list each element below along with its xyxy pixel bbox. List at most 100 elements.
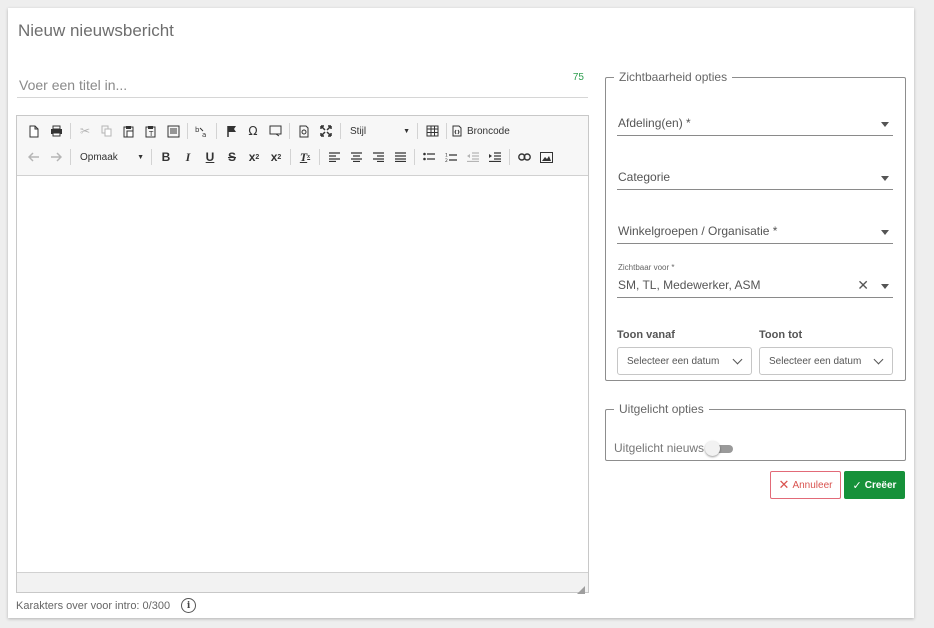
create-button-label: Creëer (864, 479, 897, 491)
editor-content-area[interactable] (17, 176, 588, 573)
editor-statusbar (17, 572, 588, 594)
bold-icon[interactable]: B (155, 146, 177, 168)
category-select[interactable]: Categorie (617, 166, 893, 190)
title-input[interactable] (17, 74, 588, 96)
toolbar-separator (187, 123, 188, 139)
undo-icon[interactable] (23, 146, 45, 168)
intro-counter-text: Karakters over voor intro: 0/300 (16, 599, 171, 612)
store-groups-select[interactable]: Winkelgroepen / Organisatie * (617, 220, 893, 244)
source-code-icon[interactable] (450, 120, 464, 142)
visibility-options-legend: Zichtbaarheid opties (619, 70, 728, 84)
align-right-icon[interactable] (367, 146, 389, 168)
find-replace-icon[interactable]: ba (191, 120, 213, 142)
toolbar-separator (340, 123, 341, 139)
toolbar-separator (70, 149, 71, 165)
print-icon[interactable] (45, 120, 67, 142)
underline-icon[interactable]: U (199, 146, 221, 168)
indent-icon[interactable] (484, 146, 506, 168)
toolbar-separator (216, 123, 217, 139)
image-icon[interactable] (535, 146, 557, 168)
toolbar-separator (414, 149, 415, 165)
special-char-icon[interactable]: Ω (242, 120, 264, 142)
cancel-button[interactable]: ✕ Annuleer (770, 471, 841, 499)
chevron-down-icon: ▼ (137, 153, 144, 161)
align-center-icon[interactable] (345, 146, 367, 168)
align-justify-icon[interactable] (389, 146, 411, 168)
featured-options-legend: Uitgelicht opties (619, 402, 704, 416)
toolbar-separator (446, 123, 447, 139)
italic-icon[interactable]: I (177, 146, 199, 168)
create-button[interactable]: ✓ Creëer (844, 471, 905, 499)
caret-down-icon (881, 176, 889, 181)
paste-text-icon[interactable]: T (140, 120, 162, 142)
caret-down-icon (881, 284, 889, 289)
format-dropdown[interactable]: Opmaak ▼ (74, 147, 148, 167)
show-until-placeholder: Selecteer een datum (769, 355, 862, 367)
svg-text:a: a (202, 131, 206, 138)
department-select[interactable]: Afdeling(en) * (617, 112, 893, 136)
cancel-button-label: Annuleer (792, 479, 833, 491)
toggle-knob (705, 441, 720, 456)
toolbar-row-2: Opmaak ▼ B I U S x2 x2 Tx 1 2 (23, 146, 557, 168)
editor-toolbar: ✂ T ba Ω Stijl ▼ Broncode Opmaak ▼ B I U… (17, 116, 588, 176)
show-from-datepicker[interactable]: Selecteer een datum (617, 347, 752, 375)
preview-icon[interactable] (293, 120, 315, 142)
featured-options-group: Uitgelicht opties Uitgelicht nieuws (605, 402, 906, 461)
toolbar-separator (151, 149, 152, 165)
store-groups-select-label: Winkelgroepen / Organisatie * (618, 224, 778, 238)
toolbar-separator (509, 149, 510, 165)
caret-down-icon (881, 230, 889, 235)
featured-news-toggle[interactable] (705, 441, 733, 456)
align-left-icon[interactable] (323, 146, 345, 168)
toolbar-separator (70, 123, 71, 139)
title-char-counter: 75 (572, 72, 584, 83)
visible-for-select[interactable]: Zichtbaar voor * SM, TL, Medewerker, ASM… (617, 263, 893, 298)
show-until-datepicker[interactable]: Selecteer een datum (759, 347, 893, 375)
show-from-placeholder: Selecteer een datum (627, 355, 720, 367)
iframe-icon[interactable] (264, 120, 286, 142)
svg-text:b: b (195, 126, 200, 134)
outdent-icon[interactable] (462, 146, 484, 168)
link-icon[interactable] (513, 146, 535, 168)
svg-text:T: T (148, 130, 154, 138)
page-title: Nieuw nieuwsbericht (18, 21, 174, 40)
subscript-icon[interactable]: x2 (243, 146, 265, 168)
copy-icon[interactable] (96, 120, 118, 142)
clear-icon[interactable]: ✕ (857, 278, 869, 294)
toolbar-separator (319, 149, 320, 165)
chevron-down-icon (873, 354, 884, 365)
toolbar-row-1: ✂ T ba Ω Stijl ▼ Broncode (23, 120, 510, 142)
title-field: 75 (17, 72, 588, 98)
strikethrough-icon[interactable]: S (221, 146, 243, 168)
source-code-button[interactable]: Broncode (467, 126, 510, 137)
table-icon[interactable] (421, 120, 443, 142)
info-icon[interactable]: i (181, 598, 197, 613)
visible-for-label: Zichtbaar voor * (618, 263, 675, 272)
anchor-flag-icon[interactable] (220, 120, 242, 142)
numbered-list-icon[interactable]: 12 (440, 146, 462, 168)
chevron-down-icon: ▼ (403, 127, 410, 135)
bulleted-list-icon[interactable] (418, 146, 440, 168)
close-icon: ✕ (778, 477, 790, 493)
toolbar-separator (290, 149, 291, 165)
toolbar-separator (289, 123, 290, 139)
paste-word-icon[interactable] (162, 120, 184, 142)
show-from-label: Toon vanaf (617, 329, 675, 341)
redo-icon[interactable] (45, 146, 67, 168)
superscript-icon[interactable]: x2 (265, 146, 287, 168)
format-dropdown-label: Opmaak (80, 151, 118, 163)
svg-text:1: 1 (445, 152, 448, 158)
style-dropdown[interactable]: Stijl ▼ (344, 121, 414, 141)
visible-for-value: SM, TL, Medewerker, ASM (618, 278, 761, 292)
visibility-options-group: Zichtbaarheid opties Afdeling(en) * Cate… (605, 70, 906, 381)
new-page-icon[interactable] (23, 120, 45, 142)
paste-icon[interactable] (118, 120, 140, 142)
remove-format-icon[interactable]: Tx (294, 146, 316, 168)
chevron-down-icon (732, 354, 743, 365)
cut-icon[interactable]: ✂ (74, 120, 96, 142)
maximize-icon[interactable] (315, 120, 337, 142)
featured-news-label: Uitgelicht nieuws (614, 441, 705, 455)
department-select-label: Afdeling(en) * (618, 116, 691, 130)
resize-grip-icon[interactable] (577, 581, 585, 594)
category-select-label: Categorie (618, 170, 671, 184)
